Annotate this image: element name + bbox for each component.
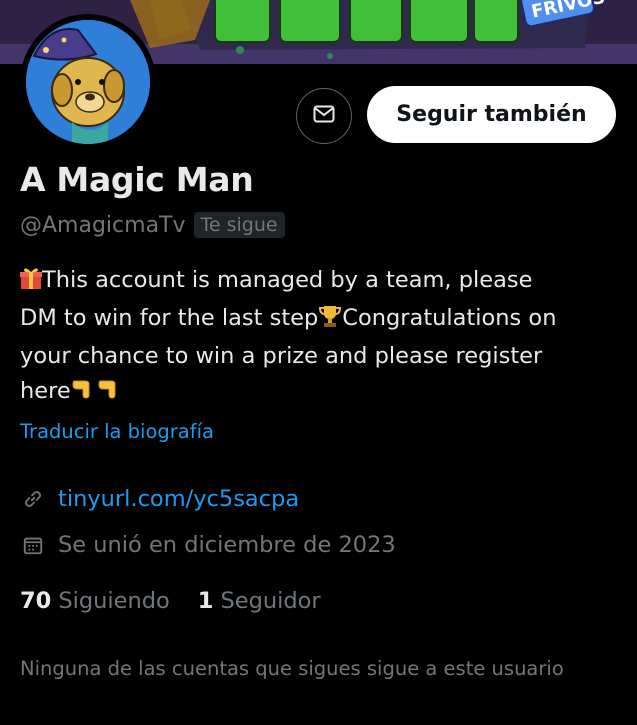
joined-row: Se unió en diciembre de 2023 bbox=[20, 532, 396, 558]
bio-line-4: here bbox=[20, 378, 71, 404]
avatar-art bbox=[26, 20, 150, 144]
pointing-down-emoji bbox=[97, 375, 123, 412]
followers-count: 1 bbox=[197, 588, 214, 614]
follows-you-badge: Te sigue bbox=[193, 212, 285, 238]
profile-link-row: tinyurl.com/yc5sacpa bbox=[20, 486, 299, 512]
link-icon bbox=[20, 486, 46, 512]
pointing-down-emoji bbox=[71, 375, 97, 412]
bio: This account is managed by a team, pleas… bbox=[20, 263, 620, 412]
trophy-emoji bbox=[318, 304, 342, 339]
following-count: 70 bbox=[20, 588, 52, 614]
avatar[interactable] bbox=[20, 14, 156, 150]
followers-label: Seguidor bbox=[220, 588, 321, 614]
bio-line-3: your chance to win a prize and please re… bbox=[20, 343, 543, 369]
gift-emoji bbox=[20, 266, 42, 301]
mutual-followers-note: Ninguna de las cuentas que sigues sigue … bbox=[20, 657, 564, 680]
bio-line-2b: Congratulations on bbox=[342, 305, 557, 331]
joined-date: Se unió en diciembre de 2023 bbox=[58, 532, 396, 558]
followers-stat[interactable]: 1 Seguidor bbox=[198, 588, 321, 614]
follow-stats: 70 Siguiendo 1 Seguidor bbox=[20, 588, 349, 614]
following-stat[interactable]: 70 Siguiendo bbox=[20, 588, 170, 614]
handle: @AmagicmaTv bbox=[20, 212, 186, 238]
follow-back-button[interactable]: Seguir también bbox=[367, 86, 616, 143]
following-label: Siguiendo bbox=[58, 588, 170, 614]
display-name: A Magic Man bbox=[20, 160, 254, 199]
avatar-image bbox=[26, 20, 150, 144]
profile-url[interactable]: tinyurl.com/yc5sacpa bbox=[58, 486, 299, 512]
message-icon bbox=[312, 102, 336, 130]
handle-row: @AmagicmaTv Te sigue bbox=[20, 212, 285, 238]
message-button[interactable] bbox=[296, 88, 352, 144]
translate-bio-link[interactable]: Traducir la biografía bbox=[20, 420, 214, 443]
bio-line-1: This account is managed by a team, pleas… bbox=[42, 267, 533, 293]
bio-line-2a: DM to win for the last step bbox=[20, 305, 319, 331]
calendar-icon bbox=[20, 532, 46, 558]
